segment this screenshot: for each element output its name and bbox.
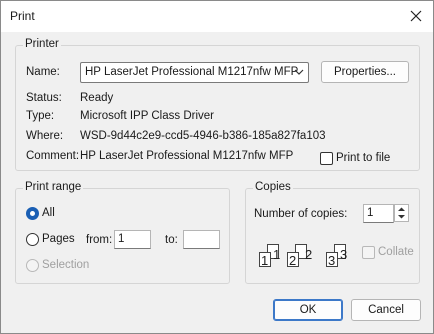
where-label: Where: <box>26 130 64 142</box>
name-label: Name: <box>26 66 60 78</box>
collate-page-number: 2 <box>289 253 297 268</box>
properties-button[interactable]: Properties... <box>321 61 409 83</box>
collate-page-number: 1 <box>273 247 281 262</box>
copies-spinner[interactable] <box>394 204 409 222</box>
status-value: Ready <box>80 92 114 104</box>
printer-name-combobox[interactable]: HP LaserJet Professional M1217nfw MFP <box>80 62 309 83</box>
range-pages-radio[interactable] <box>26 233 39 246</box>
type-value: Microsoft IPP Class Driver <box>80 110 214 122</box>
spin-down-icon[interactable] <box>395 213 408 221</box>
to-input[interactable] <box>183 230 220 249</box>
close-icon <box>410 10 422 22</box>
printer-group-title: Printer <box>23 38 61 50</box>
print-to-file-checkbox[interactable] <box>320 152 333 165</box>
range-all-radio[interactable] <box>26 207 39 220</box>
range-pages-label[interactable]: Pages <box>42 233 75 245</box>
copies-value: 1 <box>367 207 374 219</box>
copies-group: Copies <box>245 181 420 284</box>
ok-button[interactable]: OK <box>273 299 343 321</box>
range-selection-label[interactable]: Selection <box>42 259 89 271</box>
where-value: WSD-9d44c2e9-ccd5-4946-b386-185a827fa103 <box>80 130 326 142</box>
from-value: 1 <box>118 233 125 245</box>
title-bar: Print <box>1 1 433 32</box>
print-dialog: Print Printer Name: HP LaserJet Professi… <box>0 0 434 334</box>
collate-page-number: 2 <box>305 247 313 262</box>
to-label: to: <box>165 234 178 246</box>
from-input[interactable]: 1 <box>114 230 151 249</box>
comment-value: HP LaserJet Professional M1217nfw MFP <box>80 150 294 162</box>
close-button[interactable] <box>403 4 429 28</box>
cancel-button[interactable]: Cancel <box>351 299 421 321</box>
copies-group-title: Copies <box>253 181 293 193</box>
printer-name-value: HP LaserJet Professional M1217nfw MFP <box>85 66 299 78</box>
collate-page-number: 3 <box>340 247 348 262</box>
status-label: Status: <box>26 92 62 104</box>
properties-button-label: Properties... <box>334 66 396 78</box>
range-selection-radio[interactable] <box>26 259 39 272</box>
comment-label: Comment: <box>26 150 80 162</box>
ok-button-label: OK <box>299 304 317 316</box>
collate-label[interactable]: Collate <box>378 246 414 258</box>
range-all-label[interactable]: All <box>42 207 55 219</box>
print-range-group-title: Print range <box>23 181 84 193</box>
collate-page-number: 1 <box>261 253 269 268</box>
chevron-down-icon <box>294 69 304 75</box>
cancel-button-label: Cancel <box>368 304 404 316</box>
window-title: Print <box>10 9 35 23</box>
from-label: from: <box>86 234 113 246</box>
collate-page-number: 3 <box>328 253 336 268</box>
print-to-file-label[interactable]: Print to file <box>336 152 390 164</box>
spin-up-icon[interactable] <box>395 205 408 213</box>
number-of-copies-label: Number of copies: <box>254 208 348 220</box>
type-label: Type: <box>26 110 55 122</box>
collate-checkbox[interactable] <box>362 246 375 259</box>
copies-input[interactable]: 1 <box>363 204 394 223</box>
